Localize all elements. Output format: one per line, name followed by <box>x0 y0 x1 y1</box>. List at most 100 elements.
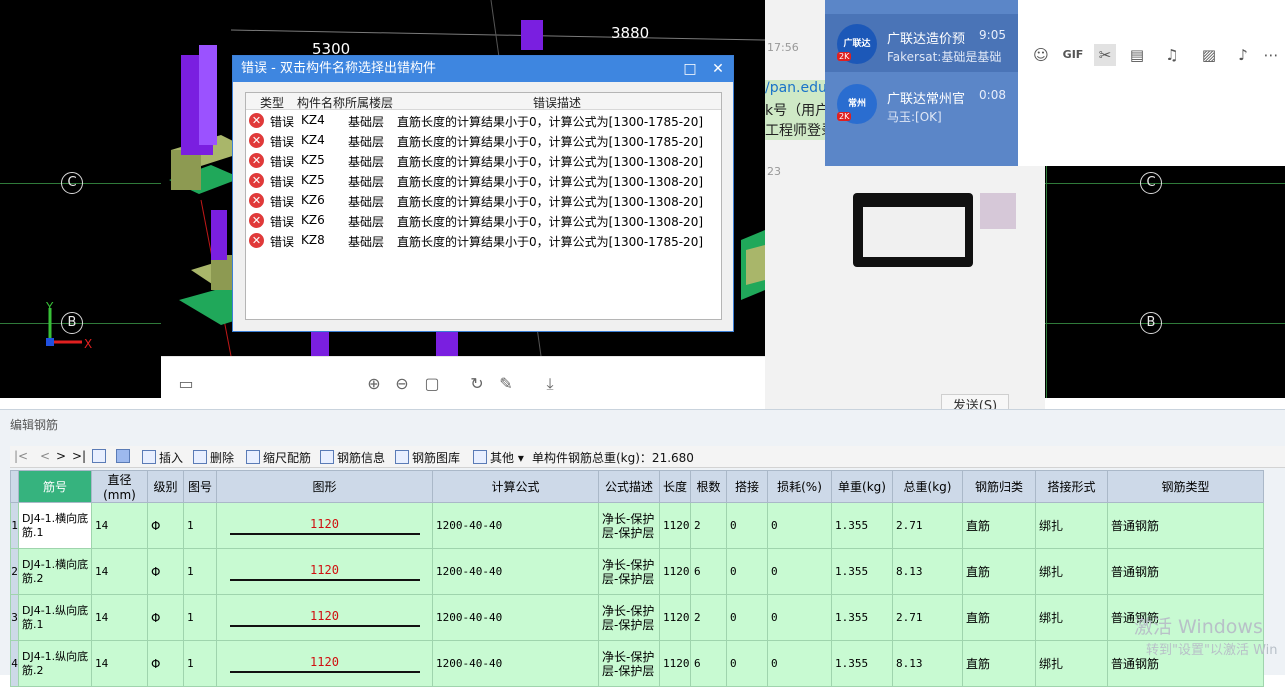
column-header[interactable]: 筋号 <box>18 470 92 503</box>
shape-cell[interactable]: 1120 <box>216 594 433 641</box>
cell-len[interactable]: 1120 <box>659 548 691 595</box>
column-header[interactable]: 公式描述 <box>598 470 660 503</box>
error-row[interactable]: ✕ 错误 KZ6 基础层 直筋长度的计算结果小于0，计算公式为[1300-1308-20… <box>246 210 721 230</box>
column-header[interactable]: 长度 <box>659 470 691 503</box>
last-record-button[interactable]: >| <box>72 449 86 463</box>
cell-loss[interactable]: 0 <box>767 502 832 549</box>
scale-rebar-button[interactable]: 缩尺配筋 <box>246 449 311 466</box>
prev-record-button[interactable]: < <box>40 449 50 463</box>
component-name[interactable]: KZ6 <box>301 193 325 207</box>
column-header[interactable]: 计算公式 <box>432 470 599 503</box>
cell-cat[interactable]: 直筋 <box>962 502 1036 549</box>
cell-unit[interactable]: 1.355 <box>831 594 893 641</box>
component-name[interactable]: KZ5 <box>301 173 325 187</box>
move-down-icon[interactable] <box>116 449 133 464</box>
cell-dia[interactable]: 14 <box>91 548 148 595</box>
cell-total[interactable]: 8.13 <box>892 548 963 595</box>
cell-laptype[interactable]: 绑扎 <box>1035 502 1108 549</box>
image-icon[interactable]: ▨ <box>1198 44 1220 66</box>
cell-fig[interactable]: 1 <box>183 640 217 687</box>
cell-total[interactable]: 2.71 <box>892 502 963 549</box>
component-name[interactable]: KZ4 <box>301 113 325 127</box>
cell-name[interactable]: DJ4-1.纵向底筋.2 <box>18 640 92 687</box>
close-icon[interactable]: ✕ <box>705 56 731 82</box>
cell-total[interactable]: 2.71 <box>892 594 963 641</box>
cell-unit[interactable]: 1.355 <box>831 548 893 595</box>
cell-loss[interactable]: 0 <box>767 548 832 595</box>
cell-len[interactable]: 1120 <box>659 640 691 687</box>
cell-count[interactable]: 2 <box>690 594 727 641</box>
column-header[interactable]: 损耗(%) <box>767 470 832 503</box>
bell-icon[interactable]: ♪ <box>1232 44 1254 66</box>
image-message-thumbnail[interactable] <box>853 193 973 267</box>
emoji-icon[interactable]: ☺ <box>1030 44 1052 66</box>
cell-loss[interactable]: 0 <box>767 640 832 687</box>
maximize-icon[interactable]: □ <box>677 56 703 82</box>
insert-button[interactable]: 插入 <box>142 449 183 466</box>
cell-grade[interactable]: Φ <box>147 548 184 595</box>
cell-lap[interactable]: 0 <box>726 502 768 549</box>
column-header[interactable]: 总重(kg) <box>892 470 963 503</box>
edit-icon[interactable]: ✎ <box>495 373 517 395</box>
cell-laptype[interactable]: 绑扎 <box>1035 594 1108 641</box>
column-header[interactable]: 级别 <box>147 470 184 503</box>
cell-name[interactable]: DJ4-1.纵向底筋.1 <box>18 594 92 641</box>
column-header[interactable]: 根数 <box>690 470 727 503</box>
error-row[interactable]: ✕ 错误 KZ5 基础层 直筋长度的计算结果小于0，计算公式为[1300-1308-20… <box>246 170 721 190</box>
cell-count[interactable]: 2 <box>690 502 727 549</box>
shape-cell[interactable]: 1120 <box>216 502 433 549</box>
cell-type[interactable]: 普通钢筋 <box>1107 502 1264 549</box>
cell-formula[interactable]: 1200-40-40 <box>432 640 599 687</box>
move-up-icon[interactable] <box>92 449 109 464</box>
cell-loss[interactable]: 0 <box>767 594 832 641</box>
cell-grade[interactable]: Φ <box>147 594 184 641</box>
error-row[interactable]: ✕ 错误 KZ6 基础层 直筋长度的计算结果小于0，计算公式为[1300-1308-20… <box>246 190 721 210</box>
cell-lap[interactable]: 0 <box>726 594 768 641</box>
table-row[interactable]: 2 DJ4-1.横向底筋.2 14 Φ 1 1120 1200-40-40 净长-保护层-保护… <box>10 548 1264 595</box>
cell-type[interactable]: 普通钢筋 <box>1107 548 1264 595</box>
table-row[interactable]: 1 DJ4-1.横向底筋.1 14 Φ 1 1120 1200-40-40 净长-保护层-保护… <box>10 502 1264 549</box>
cell-desc[interactable]: 净长-保护层-保护层 <box>598 502 660 549</box>
session-item[interactable]: 广联达 2K 广联达造价预 9:05 Fakersat:基础是基础 <box>825 14 1018 72</box>
cell-formula[interactable]: 1200-40-40 <box>432 548 599 595</box>
cell-desc[interactable]: 净长-保护层-保护层 <box>598 594 660 641</box>
error-row[interactable]: ✕ 错误 KZ8 基础层 直筋长度的计算结果小于0，计算公式为[1300-1785-20… <box>246 230 721 250</box>
table-row[interactable]: 4 DJ4-1.纵向底筋.2 14 Φ 1 1120 1200-40-40 净长-保护层-保护… <box>10 640 1264 687</box>
cell-total[interactable]: 8.13 <box>892 640 963 687</box>
cell-laptype[interactable]: 绑扎 <box>1035 640 1108 687</box>
session-item[interactable]: 常州 2K 广联达常州官 0:08 马玉:[OK] <box>825 74 1018 132</box>
column-header[interactable]: 单重(kg) <box>831 470 893 503</box>
column-header[interactable]: 搭接 <box>726 470 768 503</box>
shape-cell[interactable]: 1120 <box>216 640 433 687</box>
component-name[interactable]: KZ5 <box>301 153 325 167</box>
cell-dia[interactable]: 14 <box>91 594 148 641</box>
error-row[interactable]: ✕ 错误 KZ5 基础层 直筋长度的计算结果小于0，计算公式为[1300-1308-20… <box>246 150 721 170</box>
scissors-icon[interactable]: ✂ <box>1094 44 1116 66</box>
actual-size-icon[interactable]: ▢ <box>421 373 443 395</box>
more-icon[interactable]: ⋯ <box>1260 44 1282 66</box>
cell-fig[interactable]: 1 <box>183 594 217 641</box>
cell-name[interactable]: DJ4-1.横向底筋.2 <box>18 548 92 595</box>
shape-cell[interactable]: 1120 <box>216 548 433 595</box>
column-header[interactable]: 直径(mm) <box>91 470 148 503</box>
cell-dia[interactable]: 14 <box>91 640 148 687</box>
cell-lap[interactable]: 0 <box>726 548 768 595</box>
chat-input-area[interactable]: ☺ GIF ✂ ▤ ♫ ▨ ♪ ⋯ <box>1018 0 1285 166</box>
cell-fig[interactable]: 1 <box>183 548 217 595</box>
folder-icon[interactable]: ▤ <box>1126 44 1148 66</box>
cell-cat[interactable]: 直筋 <box>962 594 1036 641</box>
thumbnail-icon[interactable]: ▭ <box>175 373 197 395</box>
zoom-in-icon[interactable]: ⊕ <box>363 373 385 395</box>
column-header[interactable]: 钢筋归类 <box>962 470 1036 503</box>
next-record-button[interactable]: > <box>56 449 66 463</box>
cell-desc[interactable]: 净长-保护层-保护层 <box>598 640 660 687</box>
cell-formula[interactable]: 1200-40-40 <box>432 502 599 549</box>
download-icon[interactable]: ⤓ <box>539 373 561 395</box>
cell-grade[interactable]: Φ <box>147 502 184 549</box>
rebar-library-button[interactable]: 钢筋图库 <box>395 449 460 466</box>
cell-name[interactable]: DJ4-1.横向底筋.1 <box>18 502 92 549</box>
first-record-button[interactable]: |< <box>14 449 28 463</box>
zoom-out-icon[interactable]: ⊖ <box>391 373 413 395</box>
cell-count[interactable]: 6 <box>690 640 727 687</box>
component-name[interactable]: KZ4 <box>301 133 325 147</box>
